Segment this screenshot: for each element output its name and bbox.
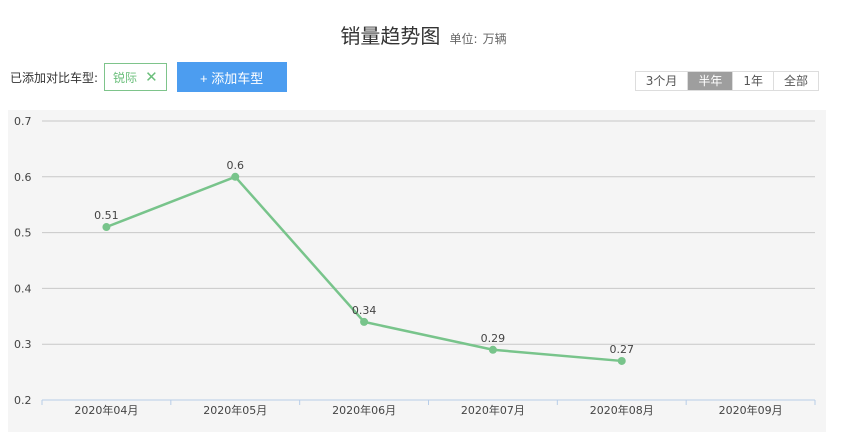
- x-tick-label: 2020年04月: [74, 403, 138, 417]
- x-tick-label: 2020年05月: [203, 403, 267, 417]
- x-tick-label: 2020年09月: [719, 403, 783, 417]
- data-label: 0.6: [227, 159, 245, 172]
- data-label: 0.51: [94, 209, 119, 222]
- series-line: [105, 175, 622, 363]
- data-point: [360, 317, 369, 326]
- data-label: 0.34: [352, 304, 377, 317]
- x-tick-label: 2020年06月: [332, 403, 396, 417]
- x-tick-label: 2020年08月: [590, 403, 654, 417]
- y-tick-label: 0.2: [14, 394, 32, 407]
- data-label: 0.29: [481, 332, 506, 345]
- y-tick-label: 0.4: [14, 282, 32, 295]
- data-point: [102, 223, 111, 232]
- data-point: [617, 356, 626, 365]
- line-chart: 0.2 0.3 0.4 0.5 0.6 0.7 2020年04月 2020年05月 2020年0…: [14, 115, 816, 417]
- y-tick-label: 0.6: [14, 171, 32, 184]
- x-tick-label: 2020年07月: [461, 403, 525, 417]
- data-point: [231, 172, 240, 181]
- y-tick-label: 0.3: [14, 338, 32, 351]
- data-label: 0.27: [610, 343, 635, 356]
- y-tick-label: 0.7: [14, 115, 32, 128]
- data-point: [488, 345, 497, 354]
- y-tick-label: 0.5: [14, 227, 32, 240]
